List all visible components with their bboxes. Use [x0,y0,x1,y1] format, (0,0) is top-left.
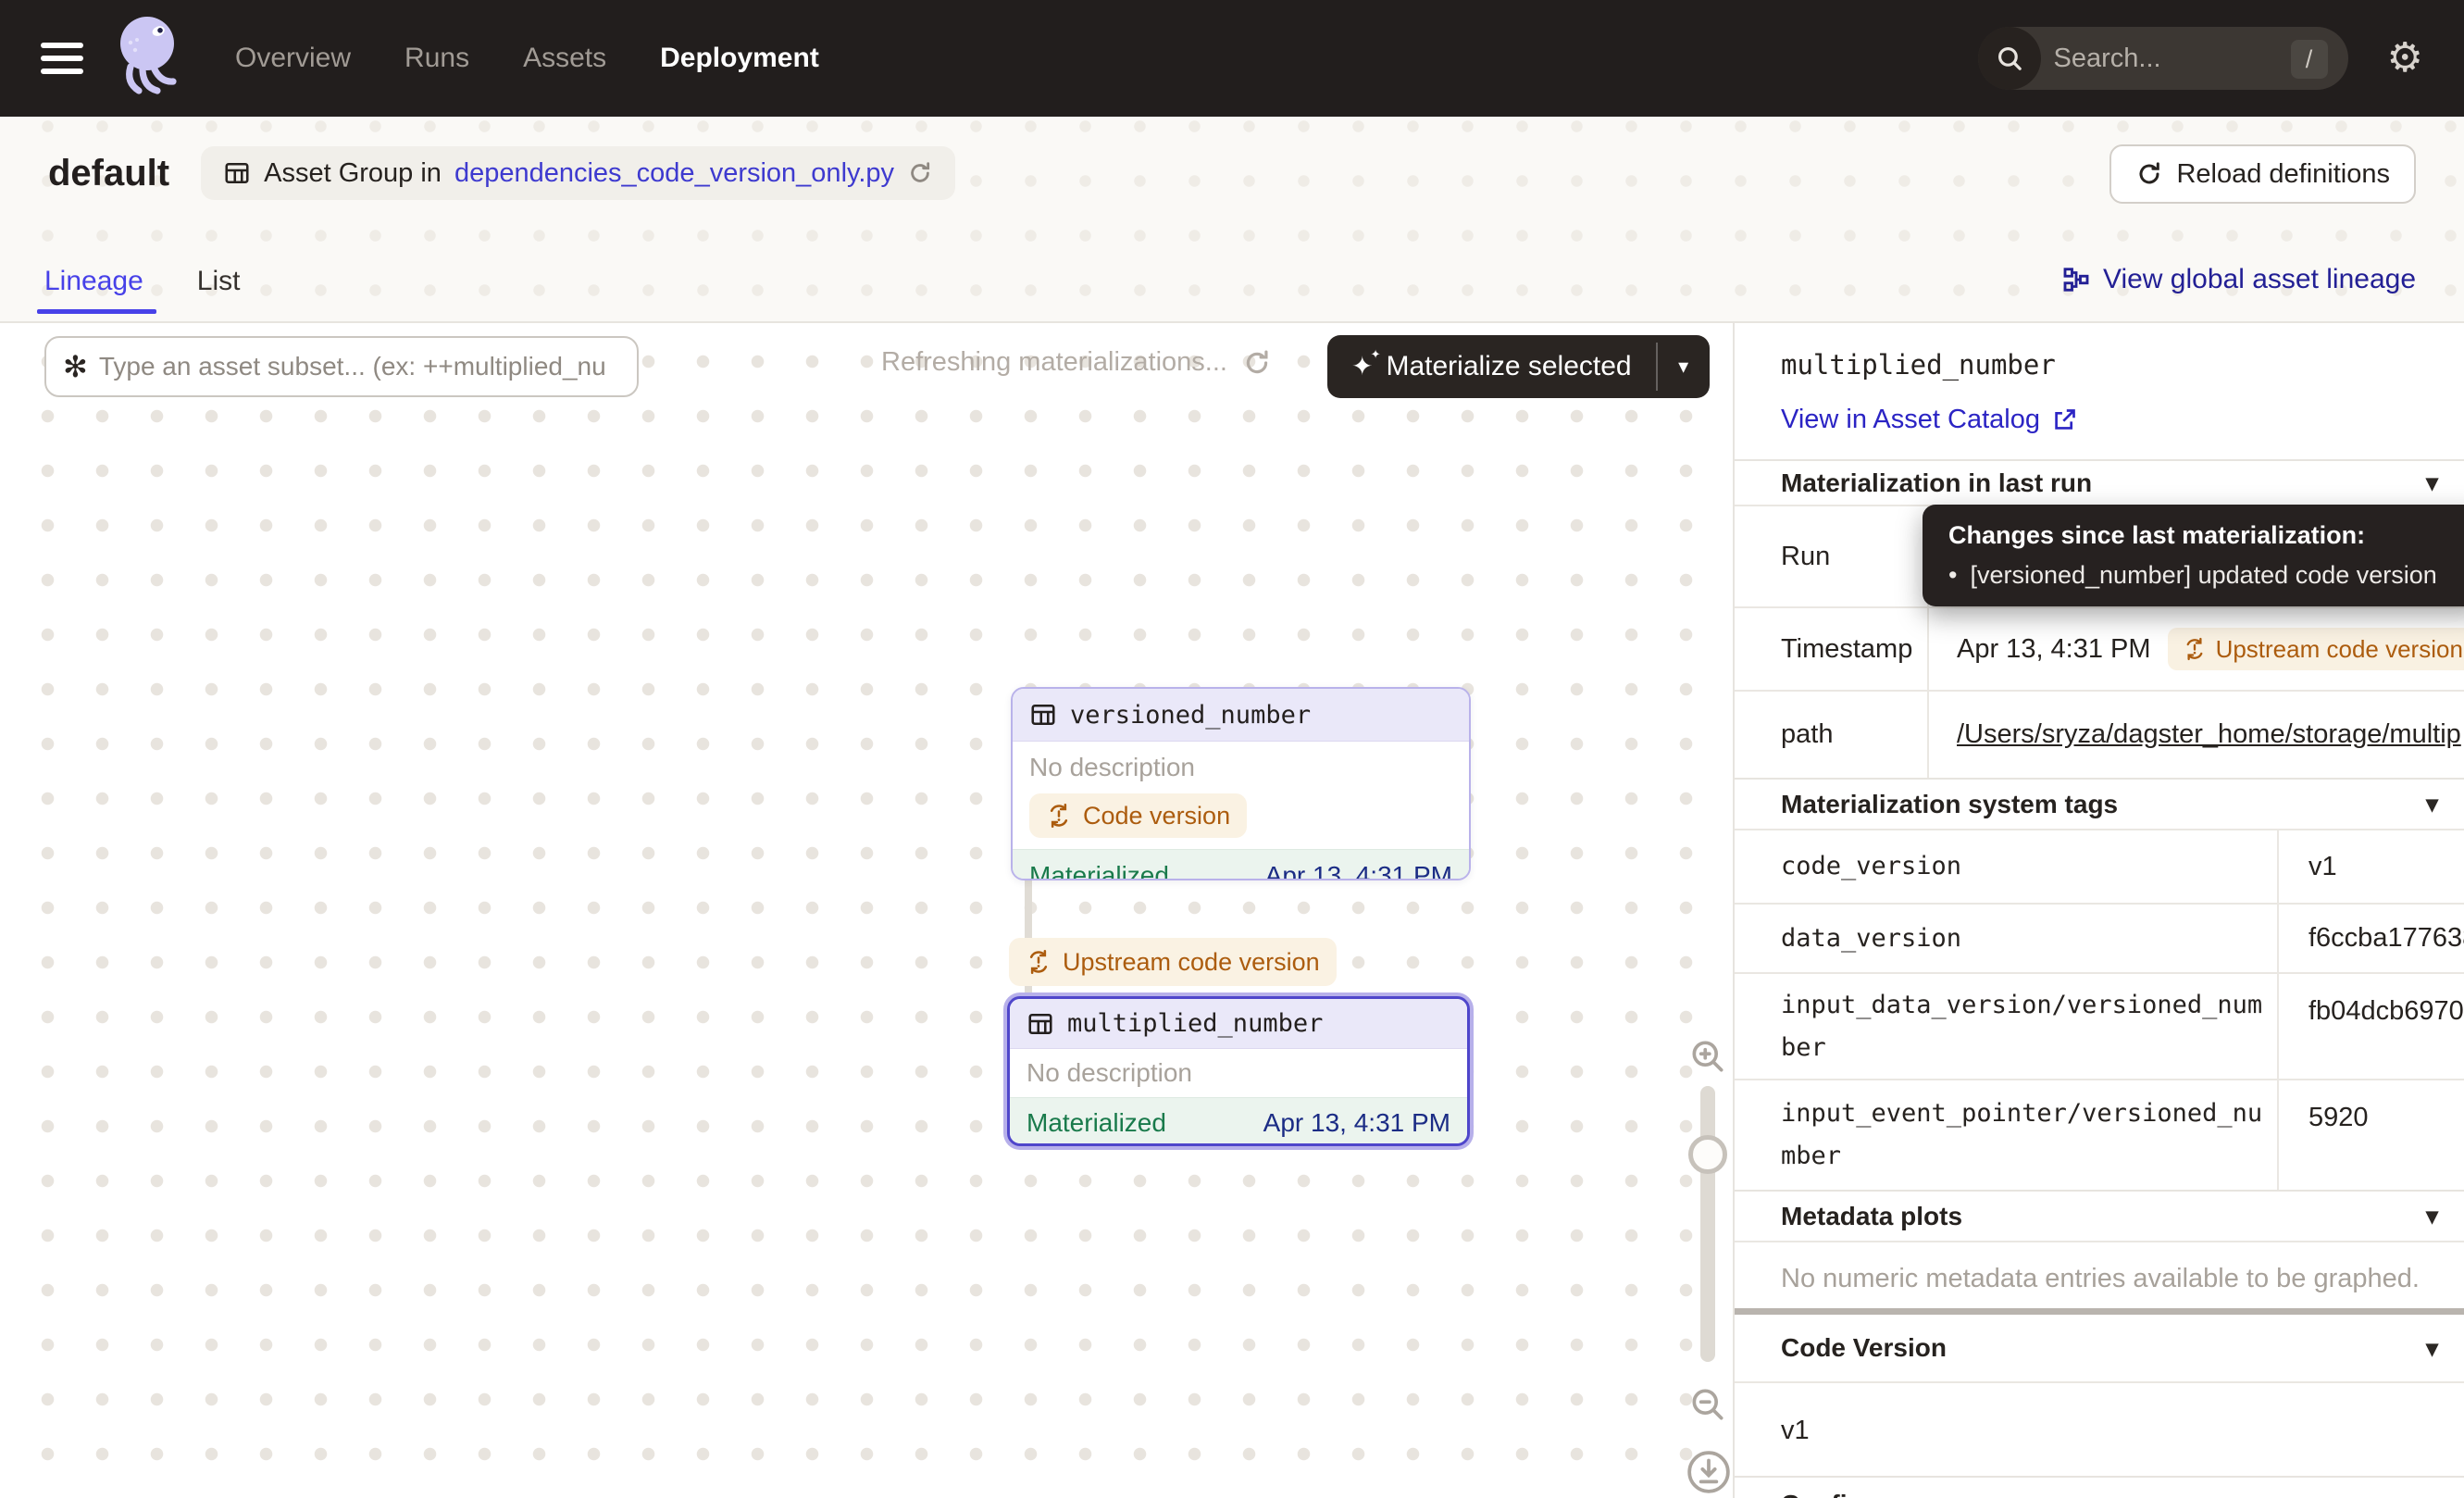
menu-icon[interactable] [41,43,83,74]
search-icon [1978,27,2041,90]
collapse-caret-icon[interactable]: ▾ [2426,468,2438,497]
global-search[interactable]: / [1978,27,2348,90]
download-graph-icon[interactable] [1686,1449,1732,1495]
table-icon [223,159,251,187]
code-version-changed-icon [2183,637,2207,661]
path-row: path /Users/sryza/dagster_home/storage/m… [1735,690,2464,778]
tag-value: fb04dcb6970 [2279,996,2464,1027]
section-divider [1735,1308,2464,1315]
metadata-plots-empty-message: No numeric metadata entries available to… [1781,1264,2420,1294]
section-code-version[interactable]: Code Version ▾ [1735,1315,2464,1381]
zoom-in-icon[interactable] [1687,1036,1728,1077]
zoom-slider-handle[interactable] [1688,1135,1727,1174]
tag-key: input_event_pointer/versioned_number [1735,1080,2279,1190]
upstream-code-version-tag[interactable]: Upstream code version [1009,938,1337,986]
section-materialization-last-run[interactable]: Materialization in last run ▾ [1735,459,2464,505]
external-link-icon [2051,407,2077,433]
collapse-caret-icon[interactable]: ▾ [2426,790,2438,818]
asset-name: multiplied_number [1067,1009,1323,1038]
collapse-caret-icon[interactable]: ▾ [2426,1334,2438,1363]
panel-asset-name: multiplied_number [1781,349,2056,381]
asset-group-label: Asset Group in [264,158,442,189]
tag-value: f6ccba177638 [2279,923,2464,954]
reload-definitions-button[interactable]: Reload definitions [2109,144,2416,204]
asset-node-multiplied-number[interactable]: multiplied_number No description Materia… [1007,996,1470,1146]
materialized-status: Materialized [1029,861,1169,881]
asset-node-versioned-number[interactable]: versioned_number No description Code ver… [1011,687,1471,880]
view-tabs: Lineage List [44,266,240,321]
materialize-dropdown-caret[interactable]: ▾ [1658,335,1710,398]
materialized-timestamp: Apr 13, 4:31 PM [1263,1108,1450,1138]
nav-assets[interactable]: Assets [523,43,606,74]
table-icon [1027,1010,1054,1038]
timestamp-value[interactable]: Apr 13, 4:31 PM [1957,634,2151,665]
tag-value: v1 [2279,852,2337,882]
tag-key: data_version [1735,905,2279,972]
nav-deployment[interactable]: Deployment [660,43,819,74]
tab-lineage[interactable]: Lineage [44,266,143,321]
upstream-code-version-tag[interactable]: Upstream code version [2168,628,2464,670]
materialize-selected-button[interactable]: ✦✦ Materialize selected ▾ [1327,335,1710,398]
collapse-caret-icon[interactable]: ▾ [2426,1202,2438,1230]
tag-row-code-version: code_version v1 [1735,829,2464,903]
zoom-out-icon[interactable] [1687,1384,1728,1425]
asset-subset-icon: ✻ [63,352,88,381]
view-global-asset-lineage-link[interactable]: View global asset lineage [2062,264,2416,295]
tag-row-input-event-pointer: input_event_pointer/versioned_number 592… [1735,1079,2464,1190]
refresh-icon[interactable] [1242,348,1272,378]
run-label: Run [1735,506,1929,606]
materialized-timestamp: Apr 13, 4:31 PM [1265,861,1452,881]
code-version-tag[interactable]: Code version [1029,793,1247,838]
tooltip-title: Changes since last materialization: [1948,521,2461,550]
nav-items: Overview Runs Assets Deployment [235,43,819,74]
asset-group-file-link[interactable]: dependencies_code_version_only.py [454,158,894,189]
dagster-logo[interactable] [111,13,183,105]
lineage-graph-icon [2062,266,2090,293]
top-nav: Overview Runs Assets Deployment / ⚙ [0,0,2464,117]
section-metadata-plots[interactable]: Metadata plots ▾ [1735,1190,2464,1241]
settings-gear-icon[interactable]: ⚙ [2387,38,2423,79]
path-label: path [1735,692,1929,778]
asset-description: No description [1029,753,1452,782]
table-icon [1029,701,1057,729]
page-header: default Asset Group in dependencies_code… [0,117,2464,323]
code-version-changed-icon [1026,949,1052,975]
search-input[interactable] [2054,44,2258,74]
asset-name: versioned_number [1070,701,1311,730]
path-value-link[interactable]: /Users/sryza/dagster_home/storage/multip [1957,719,2461,750]
refresh-status: Refreshing materializations... [881,347,1272,378]
code-version-value: v1 [1781,1416,1810,1446]
tooltip-item: • [versioned_number] updated code versio… [1948,561,2461,590]
page-title: default [48,153,169,194]
asset-graph-canvas[interactable]: ✻ Refreshing materializations... ✦✦ Mate… [0,323,1733,1498]
code-version-changed-icon [1046,803,1072,829]
zoom-slider-track[interactable] [1700,1086,1715,1362]
section-config[interactable]: Config [1735,1476,2464,1498]
asset-subset-filter[interactable]: ✻ [44,336,639,397]
tag-key: input_data_version/versioned_number [1735,974,2279,1079]
tag-row-data-version: data_version f6ccba177638 [1735,903,2464,972]
search-shortcut-key: / [2291,40,2328,79]
asset-subset-input[interactable] [99,352,620,381]
tag-row-input-data-version: input_data_version/versioned_number fb04… [1735,972,2464,1079]
tab-list[interactable]: List [197,266,241,321]
timestamp-label: Timestamp [1735,608,1929,690]
asset-description: No description [1027,1058,1450,1088]
asset-detail-panel: multiplied_number View in Asset Catalog … [1733,323,2464,1498]
asset-group-badge: Asset Group in dependencies_code_version… [201,146,955,200]
section-system-tags[interactable]: Materialization system tags ▾ [1735,778,2464,829]
materialized-status: Materialized [1027,1108,1166,1138]
tag-key: code_version [1735,830,2279,903]
bullet-icon: • [1948,561,1957,590]
timestamp-row: Timestamp Apr 13, 4:31 PM Upstream code … [1735,606,2464,690]
reload-icon [2135,160,2163,188]
refresh-icon[interactable] [907,160,933,186]
nav-overview[interactable]: Overview [235,43,351,74]
view-in-asset-catalog-link[interactable]: View in Asset Catalog [1781,405,2077,435]
changes-tooltip: Changes since last materialization: • [v… [1923,505,2464,606]
nav-runs[interactable]: Runs [404,43,469,74]
tag-value: 5920 [2279,1103,2369,1133]
sparkle-icon: ✦✦ [1351,354,1373,380]
